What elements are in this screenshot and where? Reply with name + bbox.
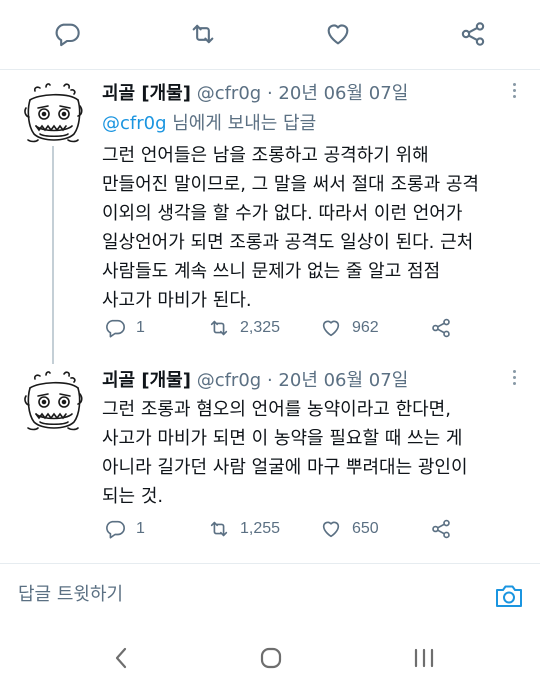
system-nav-bar — [0, 625, 540, 690]
tweet-text-line: 사고가 마비가 된다. — [102, 290, 252, 311]
camera-icon[interactable] — [494, 582, 524, 610]
more-options-icon[interactable] — [502, 367, 526, 391]
tweet-text-line: 되는 것. — [102, 486, 164, 507]
separator-dot: · — [266, 370, 273, 391]
tweet-stats: 1 2,325 962 — [0, 314, 540, 342]
user-handle[interactable]: @cfr0g — [197, 370, 262, 391]
recents-icon[interactable] — [410, 645, 438, 671]
reply-button[interactable]: 1 — [104, 515, 145, 543]
share-icon — [432, 318, 450, 338]
tweet-stats: 1 1,255 650 — [0, 515, 540, 543]
tweet-text-line: 아니라 길가던 사람 얼굴에 마구 뿌려대는 광인이 — [102, 457, 468, 478]
tweet-text-line: 사람들도 계속 쓰니 문제가 없는 줄 알고 점점 — [102, 261, 441, 282]
reply-count: 1 — [136, 520, 145, 537]
tweet-text-line: 이외의 생각을 할 수가 없다. 따라서 이런 언어가 — [102, 203, 463, 224]
retweet-icon[interactable] — [189, 20, 217, 48]
share-button[interactable] — [430, 314, 452, 342]
avatar[interactable] — [16, 78, 90, 152]
reply-composer[interactable]: 답글 트윗하기 — [0, 563, 540, 625]
tweet-text: 그런 언어들은 남을 조롱하고 공격하기 위해 만들어진 말이므로, 그 말을 … — [102, 141, 522, 315]
like-icon — [322, 320, 340, 337]
reply-context: @cfr0g 님에게 보내는 답글 — [102, 111, 316, 137]
reply-context-text: 님에게 보내는 답글 — [166, 113, 317, 134]
tweet-header: 괴골 [개물] @cfr0g · 20년 06월 07일 — [102, 368, 408, 394]
retweet-button[interactable]: 1,255 — [208, 515, 280, 543]
like-icon — [322, 521, 340, 538]
tweet-header: 괴골 [개물] @cfr0g · 20년 06월 07일 — [102, 81, 408, 107]
like-count: 962 — [352, 319, 379, 336]
like-icon[interactable] — [324, 20, 352, 48]
reply-input[interactable]: 답글 트윗하기 — [18, 582, 123, 608]
like-button[interactable]: 962 — [320, 314, 379, 342]
avatar[interactable] — [16, 366, 90, 440]
retweet-icon — [210, 521, 228, 537]
tweet-text-line: 그런 조롱과 혐오의 언어를 농약이라고 한다면, — [102, 399, 451, 420]
user-handle[interactable]: @cfr0g — [197, 83, 262, 104]
share-button[interactable] — [430, 515, 452, 543]
retweet-button[interactable]: 2,325 — [208, 314, 280, 342]
tweet-text-line: 일상언어가 되면 조롱과 공격도 일상이 된다. 근처 — [102, 232, 474, 253]
separator-dot: · — [266, 83, 273, 104]
like-button[interactable]: 650 — [320, 515, 379, 543]
tweet-text: 그런 조롱과 혐오의 언어를 농약이라고 한다면, 사고가 마비가 되면 이 농… — [102, 395, 522, 511]
reply-mention-link[interactable]: @cfr0g — [102, 113, 167, 134]
retweet-icon — [210, 320, 228, 336]
tweet-action-bar — [0, 0, 540, 70]
like-count: 650 — [352, 520, 379, 537]
reply-count: 1 — [136, 319, 145, 336]
share-icon — [432, 519, 450, 539]
retweet-count: 1,255 — [240, 520, 281, 537]
display-name[interactable]: 괴골 [개물] — [102, 370, 191, 391]
back-icon[interactable] — [108, 645, 136, 671]
share-icon[interactable] — [459, 20, 487, 48]
more-options-icon[interactable] — [502, 80, 526, 104]
tweet-date[interactable]: 20년 06월 07일 — [278, 83, 408, 104]
display-name[interactable]: 괴골 [개물] — [102, 83, 191, 104]
reply-icon[interactable] — [53, 20, 81, 48]
reply-icon — [106, 319, 125, 338]
reply-button[interactable]: 1 — [104, 314, 145, 342]
reply-icon — [106, 520, 125, 539]
tweet-text-line: 그런 언어들은 남을 조롱하고 공격하기 위해 — [102, 145, 429, 166]
retweet-count: 2,325 — [240, 319, 281, 336]
tweet-text-line: 만들어진 말이므로, 그 말을 써서 절대 조롱과 공격 — [102, 174, 479, 195]
tweet-date[interactable]: 20년 06월 07일 — [278, 370, 408, 391]
home-icon[interactable] — [257, 645, 285, 671]
tweet-text-line: 사고가 마비가 되면 이 농약을 필요할 때 쓰는 게 — [102, 428, 463, 449]
